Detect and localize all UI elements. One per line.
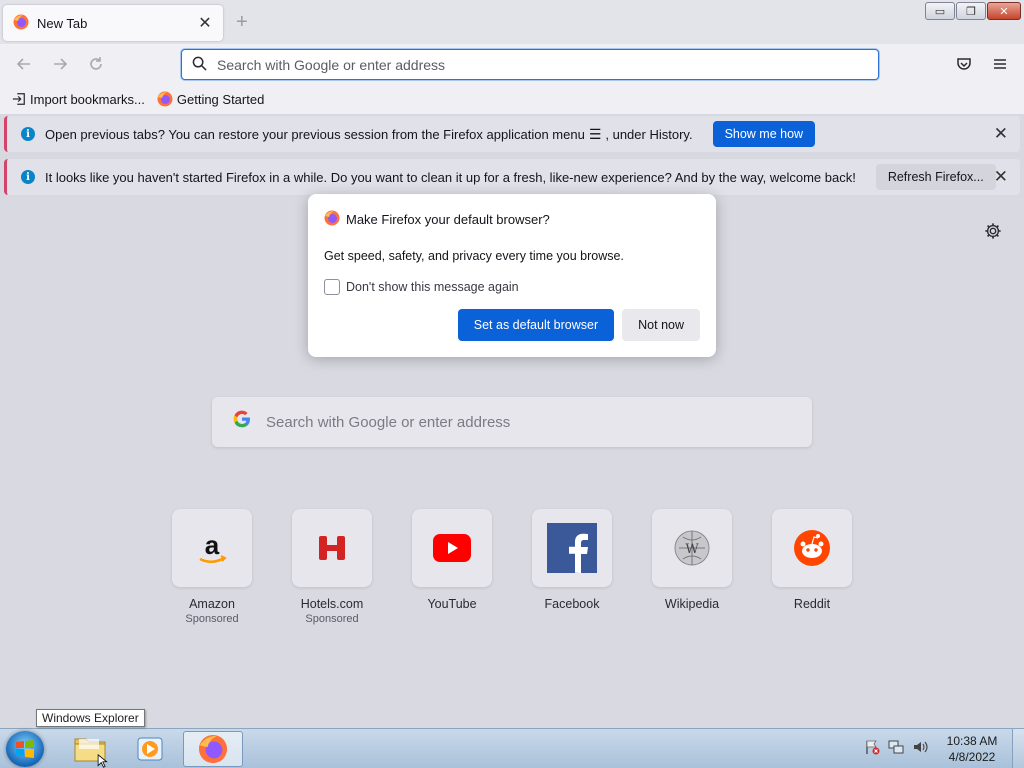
dialog-body: Get speed, safety, and privacy every tim…: [324, 249, 624, 263]
show-me-how-button[interactable]: Show me how: [712, 121, 816, 147]
not-now-button[interactable]: Not now: [622, 309, 700, 341]
back-arrow-icon: [16, 58, 30, 70]
tab-new-tab[interactable]: New Tab ✕: [3, 5, 223, 41]
volume-icon[interactable]: [912, 739, 928, 758]
windows-logo-icon: [16, 740, 34, 758]
hamburger-menu-icon: ☰: [588, 125, 602, 142]
google-icon: [232, 409, 252, 435]
firefox-icon: [198, 734, 228, 764]
taskbar-clock[interactable]: 10:38 AM 4/8/2022: [940, 733, 1004, 765]
url-bar[interactable]: [181, 49, 879, 80]
navigation-toolbar: [0, 44, 1024, 84]
dialog-header: Make Firefox your default browser?: [324, 210, 700, 229]
top-site-amazon[interactable]: a Amazon Sponsored: [172, 509, 252, 625]
mouse-cursor-icon: [96, 753, 108, 768]
page-search-box[interactable]: Search with Google or enter address: [212, 397, 812, 447]
action-center-flag-icon[interactable]: [864, 739, 880, 758]
gear-icon: [985, 223, 1001, 239]
media-player-icon: [137, 737, 163, 761]
window-minimize-button[interactable]: ▭: [925, 2, 955, 20]
notification-message: Open previous tabs? You can restore your…: [45, 126, 693, 143]
notification-message: It looks like you haven't started Firefo…: [45, 169, 856, 185]
firefox-icon: [13, 14, 29, 33]
firefox-icon: [324, 210, 340, 229]
notification-restore-session: i Open previous tabs? You can restore yo…: [4, 116, 1020, 152]
bookmark-getting-started[interactable]: Getting Started: [157, 91, 264, 107]
top-site-name: YouTube: [427, 597, 477, 611]
bookmark-label: Getting Started: [176, 91, 265, 107]
top-site-name: Hotels.com: [300, 597, 364, 611]
hotels-icon: [292, 509, 372, 587]
info-icon: i: [21, 170, 35, 184]
taskbar: 10:38 AM 4/8/2022: [0, 728, 1024, 768]
import-icon: [12, 92, 26, 106]
set-default-browser-button[interactable]: Set as default browser: [457, 309, 615, 341]
top-site-hotels[interactable]: Hotels.com Sponsored: [292, 509, 372, 625]
top-site-name: Reddit: [793, 597, 831, 611]
system-tray: [864, 739, 928, 758]
default-browser-dialog: Make Firefox your default browser? Get s…: [308, 194, 716, 357]
youtube-icon: [412, 509, 492, 587]
hamburger-menu-icon: [994, 59, 1006, 69]
page-search-placeholder: Search with Google or enter address: [266, 413, 511, 431]
tab-close-icon[interactable]: ✕: [197, 13, 213, 33]
forward-button[interactable]: [50, 54, 70, 74]
reload-icon: [90, 57, 102, 70]
taskbar-windows-explorer[interactable]: [62, 731, 118, 767]
notification-text-suffix: , under History.: [605, 126, 693, 142]
window-restore-button[interactable]: ❐: [956, 2, 986, 20]
svg-text:W: W: [685, 542, 699, 557]
dialog-title: Make Firefox your default browser?: [346, 212, 550, 227]
sponsored-label: Sponsored: [185, 613, 239, 625]
personalize-button[interactable]: [984, 222, 1002, 243]
show-desktop-button[interactable]: [1012, 729, 1024, 768]
taskbar-media-player[interactable]: [122, 731, 178, 767]
forward-arrow-icon: [54, 58, 68, 70]
top-site-name: Facebook: [544, 597, 600, 611]
close-icon[interactable]: ✕: [994, 124, 1008, 144]
facebook-icon: [532, 509, 612, 587]
refresh-firefox-button[interactable]: Refresh Firefox...: [875, 164, 996, 190]
back-button[interactable]: [14, 54, 34, 74]
close-icon[interactable]: ✕: [994, 167, 1008, 187]
reddit-icon: [772, 509, 852, 587]
clock-time: 10:38 AM: [946, 734, 998, 748]
clock-date: 4/8/2022: [948, 750, 996, 764]
search-icon: [192, 56, 207, 74]
top-site-wikipedia[interactable]: W Wikipedia: [652, 509, 732, 611]
bookmarks-toolbar: Import bookmarks... Getting Started: [0, 84, 1024, 114]
pocket-button[interactable]: [954, 54, 974, 74]
wikipedia-icon: W: [652, 509, 732, 587]
top-site-name: Wikipedia: [664, 597, 720, 611]
pocket-icon: [957, 58, 971, 70]
checkbox-label: Don't show this message again: [346, 280, 519, 294]
title-bar: New Tab ✕ + ▭ ❐ ✕: [0, 0, 1024, 44]
network-icon[interactable]: [888, 739, 904, 758]
dialog-buttons: Set as default browser Not now: [457, 309, 700, 341]
bookmark-import[interactable]: Import bookmarks...: [12, 92, 145, 107]
url-input[interactable]: [217, 56, 878, 73]
info-icon: i: [21, 127, 35, 141]
reload-button[interactable]: [86, 54, 106, 74]
top-site-youtube[interactable]: YouTube: [412, 509, 492, 611]
dont-show-again-checkbox[interactable]: [324, 279, 340, 295]
start-button[interactable]: [6, 731, 44, 767]
amazon-icon: a: [172, 509, 252, 587]
firefox-icon: [157, 91, 173, 107]
notification-refresh-firefox: i It looks like you haven't started Fire…: [4, 159, 1020, 195]
new-tab-button[interactable]: +: [236, 12, 248, 32]
taskbar-firefox[interactable]: [183, 731, 243, 767]
top-site-reddit[interactable]: Reddit: [772, 509, 852, 611]
notification-text: Open previous tabs? You can restore your…: [45, 126, 585, 142]
top-site-name: Amazon: [189, 597, 235, 611]
top-site-facebook[interactable]: Facebook: [532, 509, 612, 611]
bookmark-label: Import bookmarks...: [30, 91, 145, 107]
application-menu-button[interactable]: [990, 54, 1010, 74]
taskbar-tooltip: Windows Explorer: [36, 709, 145, 727]
window-close-button[interactable]: ✕: [987, 2, 1021, 20]
sponsored-label: Sponsored: [305, 613, 359, 625]
tab-title: New Tab: [37, 15, 88, 31]
dont-show-again-row[interactable]: Don't show this message again: [324, 279, 700, 295]
svg-text:a: a: [205, 530, 220, 560]
